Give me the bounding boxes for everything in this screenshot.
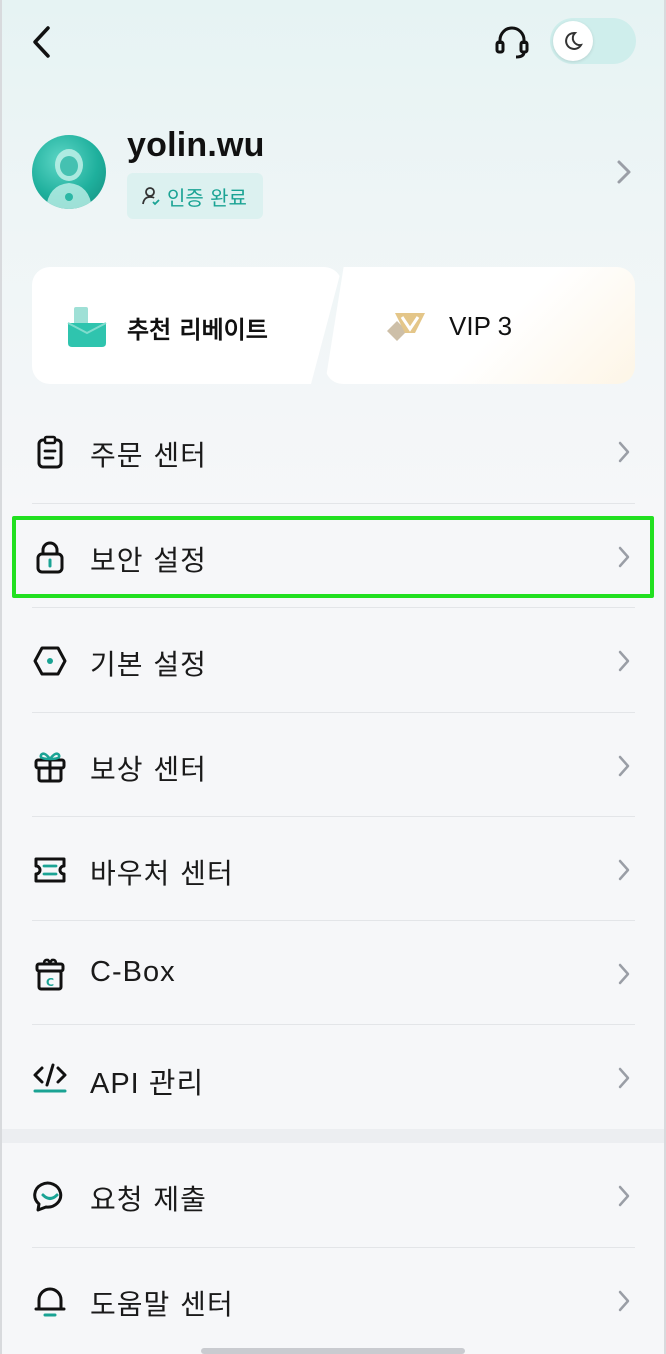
divider [32, 503, 635, 504]
menu-item-help-center[interactable]: 도움말 센터 [0, 1249, 666, 1353]
top-bar [0, 0, 666, 90]
chevron-right-icon [618, 1290, 630, 1312]
divider [32, 1024, 635, 1025]
menu-item-api-management[interactable]: API 관리 [0, 1026, 666, 1130]
promo-cards: 추천 리베이트 VIP 3 [32, 267, 635, 384]
menu-item-submit-request[interactable]: 요청 제출 [0, 1144, 666, 1248]
username: yolin.wu [127, 126, 265, 164]
divider [32, 816, 635, 817]
chevron-right-icon [618, 441, 630, 463]
menu-label: 기본 설정 [90, 648, 207, 681]
vip-card[interactable]: VIP 3 [325, 267, 635, 384]
dark-mode-toggle[interactable] [550, 18, 636, 64]
moon-icon [565, 31, 583, 50]
rebate-label: 추천 리베이트 [127, 316, 268, 344]
chevron-right-icon [618, 546, 630, 568]
divider [32, 920, 635, 921]
menu-item-order-center[interactable]: 주문 센터 [0, 400, 666, 504]
back-arrow-icon [33, 26, 50, 58]
referral-rebate-card[interactable]: 추천 리베이트 [32, 267, 342, 384]
menu-label: API 관리 [90, 1068, 205, 1100]
chevron-right-icon [617, 160, 631, 184]
back-button[interactable] [22, 22, 62, 62]
svg-text:C: C [46, 976, 54, 989]
chevron-right-icon [618, 859, 630, 881]
frame-border-left [0, 0, 2, 1354]
clipboard-icon [30, 432, 70, 472]
profile-section[interactable]: yolin.wu 인증 완료 [0, 120, 666, 230]
menu-item-basic-settings[interactable]: 기본 설정 [0, 609, 666, 713]
feedback-icon [30, 1176, 70, 1216]
menu-label: C-Box [90, 956, 176, 988]
menu-item-c-box[interactable]: C C-Box [0, 922, 666, 1026]
referral-rebate-icon [67, 307, 107, 347]
cbox-icon: C [30, 954, 70, 994]
divider [32, 607, 635, 608]
toggle-knob [553, 21, 593, 61]
headset-icon [495, 26, 529, 59]
code-icon [30, 1058, 70, 1098]
menu-label: 도움말 센터 [90, 1288, 234, 1321]
avatar [32, 135, 106, 209]
verification-label: 인증 완료 [167, 185, 247, 210]
hexagon-settings-icon [30, 641, 70, 681]
gift-icon [30, 746, 70, 786]
chevron-right-icon [618, 650, 630, 672]
vip-badge-icon [387, 313, 425, 341]
vip-label: VIP 3 [449, 311, 513, 341]
customer-service-button[interactable] [490, 20, 534, 64]
menu-item-reward-center[interactable]: 보상 센터 [0, 714, 666, 818]
bell-icon [30, 1281, 70, 1321]
menu-label: 요청 제출 [90, 1183, 207, 1216]
ticket-icon [30, 850, 70, 890]
chevron-right-icon [618, 755, 630, 777]
divider [32, 712, 635, 713]
verified-user-icon [142, 187, 160, 206]
menu-item-security-settings[interactable]: 보안 설정 [0, 505, 666, 609]
menu-label: 보상 센터 [90, 753, 207, 786]
lock-icon [30, 537, 70, 577]
menu-label: 보안 설정 [90, 544, 207, 577]
verification-badge: 인증 완료 [127, 173, 263, 219]
menu-label: 주문 센터 [90, 439, 207, 472]
menu-item-voucher-center[interactable]: 바우처 센터 [0, 818, 666, 922]
divider [32, 1247, 635, 1248]
chevron-right-icon [618, 1067, 630, 1089]
chevron-right-icon [618, 963, 630, 985]
chevron-right-icon [618, 1185, 630, 1207]
robot-avatar-icon [46, 149, 92, 209]
section-separator [2, 1129, 664, 1143]
home-indicator [201, 1348, 465, 1354]
menu-label: 바우처 센터 [90, 857, 234, 890]
